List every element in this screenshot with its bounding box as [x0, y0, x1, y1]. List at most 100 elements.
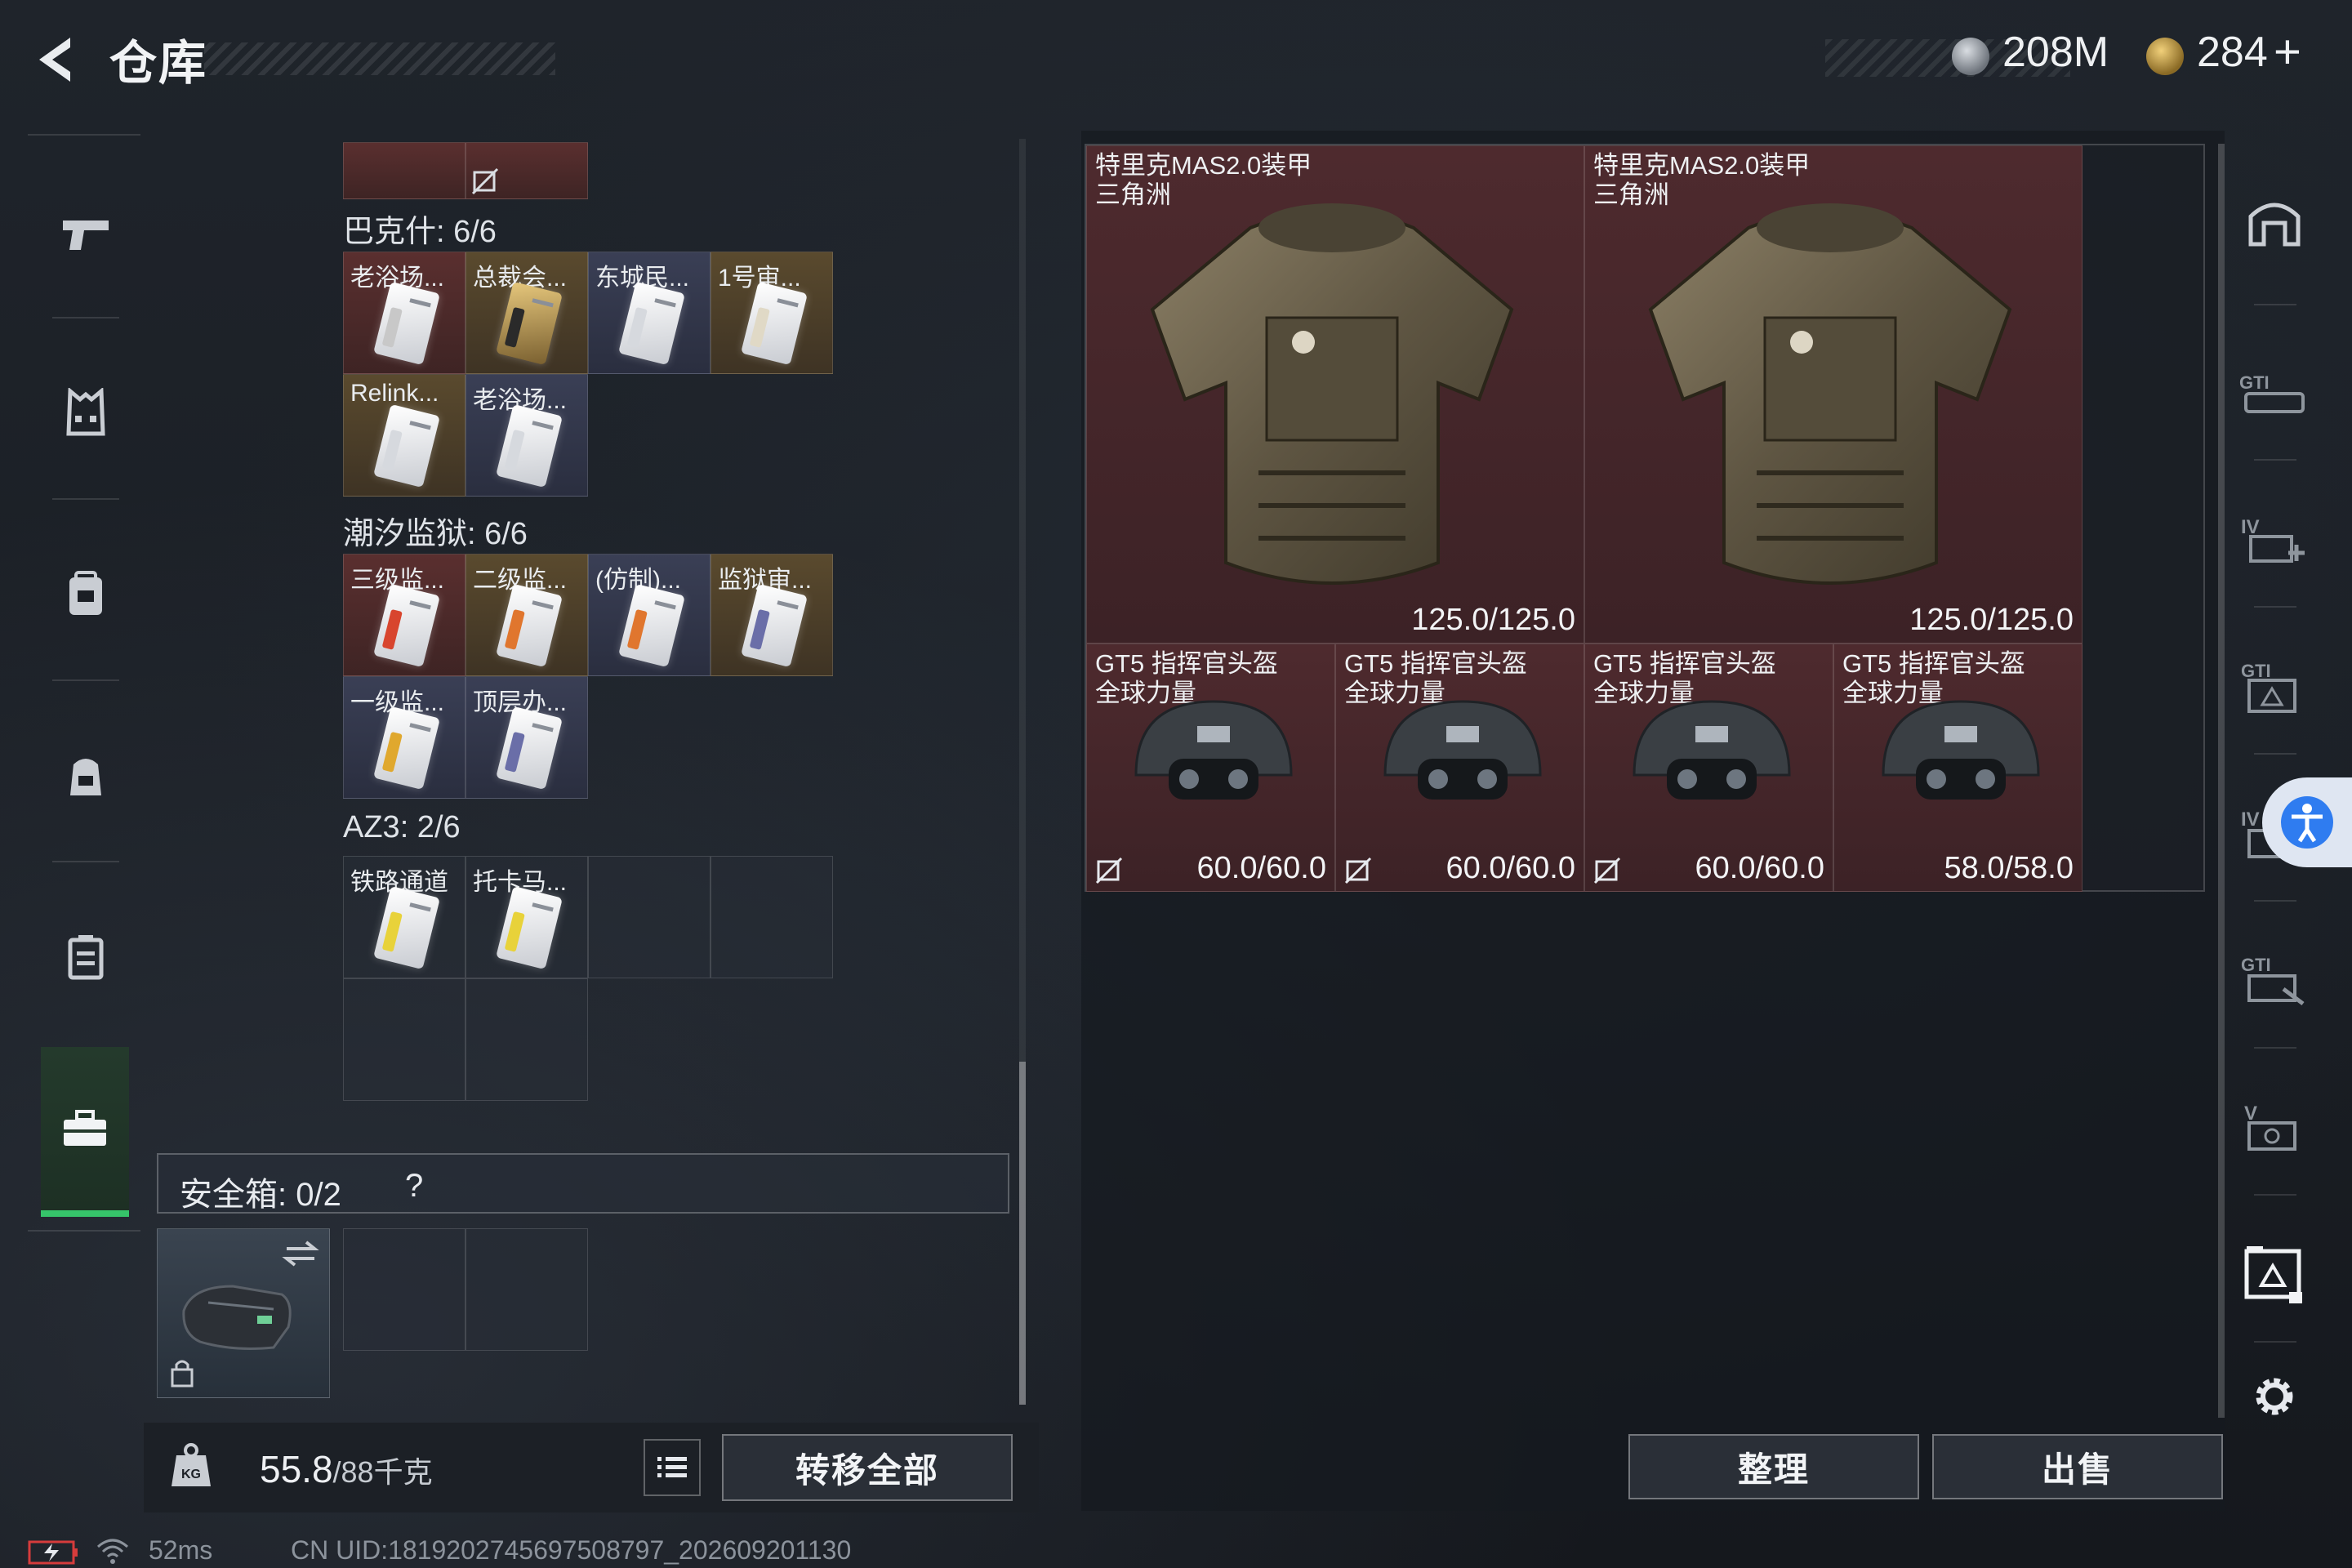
- nav-stash-gti-weapon[interactable]: GTI: [2230, 328, 2319, 459]
- keycard-icon: [741, 583, 808, 668]
- stash-item-helmet[interactable]: GT5 指挥官头盔 全球力量 60.0/60.0: [1086, 644, 1335, 892]
- keycard-icon: [496, 885, 563, 970]
- swap-icon[interactable]: [282, 1237, 319, 1270]
- gti-tool-icon: GTI: [2241, 955, 2305, 1005]
- key-slot[interactable]: 监狱审...: [710, 554, 833, 676]
- key-slot[interactable]: (仿制)...: [588, 554, 710, 676]
- empty-key-slot[interactable]: [343, 978, 466, 1101]
- item-durability: 60.0/60.0: [1196, 851, 1326, 885]
- page-title: 仓库: [109, 37, 208, 90]
- nav-chest-rig[interactable]: [28, 508, 144, 679]
- stash-item-helmet[interactable]: GT5 指挥官头盔 全球力量 60.0/60.0: [1584, 644, 1833, 892]
- gold-currency-value: 284: [2197, 29, 2268, 76]
- add-currency-button[interactable]: +: [2274, 24, 2301, 79]
- nav-backpack[interactable]: [28, 689, 144, 861]
- key-slot[interactable]: 东城民...: [588, 252, 710, 374]
- nav-case[interactable]: [28, 871, 144, 1042]
- iv-medkit-icon: IV: [2241, 516, 2305, 563]
- stash-scrollbar[interactable]: [2218, 144, 2225, 1418]
- item-durability: 60.0/60.0: [1695, 851, 1824, 885]
- stash-item-helmet[interactable]: GT5 指挥官头盔 全球力量 58.0/58.0: [1833, 644, 2082, 892]
- accessibility-button[interactable]: [2262, 777, 2352, 867]
- nav-stash-key-box[interactable]: [2230, 1209, 2319, 1339]
- gold-coin-icon: [2146, 38, 2184, 75]
- helmet-icon: [1383, 700, 1542, 800]
- backpack-icon: [70, 759, 101, 795]
- svg-text:IV: IV: [2241, 516, 2260, 538]
- section-title-bakhsh: 巴克什: 6/6: [343, 215, 497, 249]
- key-slot[interactable]: Relink...: [343, 374, 466, 497]
- settings-gear-icon: [2256, 1378, 2293, 1415]
- key-slot[interactable]: 1号审...: [710, 252, 833, 374]
- svg-text:GTI: GTI: [2239, 372, 2270, 393]
- nav-stash-iv-medkit[interactable]: IV: [2230, 474, 2319, 604]
- safe-box-slot[interactable]: [343, 1228, 466, 1351]
- safe-box-header: 安全箱: 0/2 ?: [157, 1153, 1009, 1214]
- key-slot[interactable]: 老浴场...: [343, 252, 466, 374]
- key-slot[interactable]: 铁路通道: [343, 856, 466, 978]
- nav-stash-gti-tool[interactable]: GTI: [2230, 915, 2319, 1045]
- list-view-button[interactable]: [644, 1439, 701, 1496]
- svg-text:V: V: [2244, 1102, 2257, 1125]
- list-icon: [657, 1457, 687, 1477]
- stash-item-armor[interactable]: 特里克MAS2.0装甲 三角洲 125.0/125.0: [1584, 145, 2082, 644]
- key-slot[interactable]: 二级监...: [466, 554, 588, 676]
- empty-key-slot[interactable]: [710, 856, 833, 978]
- nav-toolbox[interactable]: [41, 1047, 129, 1217]
- key-slot[interactable]: 顶层办...: [466, 676, 588, 799]
- stash-item-armor[interactable]: 特里克MAS2.0装甲 三角洲 125.0/125.0: [1086, 145, 1584, 644]
- keycard-icon: [373, 885, 440, 970]
- empty-key-slot[interactable]: [588, 856, 710, 978]
- ping-readout: 52ms: [149, 1535, 213, 1565]
- nav-weapons[interactable]: [28, 149, 144, 320]
- empty-key-slot[interactable]: [466, 978, 588, 1101]
- keycard-icon: [496, 583, 563, 668]
- nav-armor[interactable]: [28, 327, 144, 498]
- item-durability: 125.0/125.0: [1411, 603, 1575, 637]
- key-slot[interactable]: 托卡马...: [466, 856, 588, 978]
- nav-stash-all[interactable]: [2230, 155, 2319, 286]
- key-slot[interactable]: 老浴场...: [466, 374, 588, 497]
- key-slot[interactable]: 总裁会...: [466, 252, 588, 374]
- uid-readout: CN UID:1819202745697508797_202609201130: [291, 1535, 852, 1565]
- key-slot[interactable]: 三级监...: [343, 554, 466, 676]
- helmet-icon: [1882, 700, 2040, 800]
- safe-box-pouch[interactable]: [157, 1228, 330, 1398]
- nav-stash-v-tool[interactable]: V: [2230, 1062, 2319, 1192]
- weight-max: /88千克: [332, 1455, 433, 1489]
- item-durability: 125.0/125.0: [1909, 603, 2074, 637]
- section-title-az3: AZ3: 2/6: [343, 810, 461, 844]
- weight-current: 55.8: [260, 1448, 333, 1490]
- partial-slot[interactable]: [343, 142, 466, 199]
- helmet-icon: [1134, 700, 1293, 800]
- wifi-icon: [97, 1539, 128, 1564]
- sell-button[interactable]: 出售: [1932, 1434, 2223, 1499]
- safe-box-help-button[interactable]: ?: [405, 1168, 423, 1205]
- section-title-tidal-prison: 潮汐监狱: 6/6: [343, 517, 528, 551]
- svg-text:KG: KG: [181, 1468, 201, 1481]
- organize-button[interactable]: 整理: [1628, 1434, 1919, 1499]
- case-icon: [68, 935, 104, 980]
- no-sell-icon: [1095, 857, 1123, 884]
- safe-box-label: 安全箱: 0/2: [180, 1177, 341, 1213]
- pouch-icon: [182, 1285, 292, 1350]
- partial-slot[interactable]: [466, 142, 588, 199]
- stash-item-helmet[interactable]: GT5 指挥官头盔 全球力量 60.0/60.0: [1335, 644, 1584, 892]
- key-slot[interactable]: 一级监...: [343, 676, 466, 799]
- weight-bar: KG 55.8/88千克 转移全部: [144, 1423, 1039, 1512]
- keycard-icon: [618, 281, 685, 366]
- chest-rig-icon: [69, 571, 102, 615]
- settings-button[interactable]: [2230, 1331, 2319, 1462]
- title-decoration: [204, 42, 555, 75]
- keycard-icon: [373, 583, 440, 668]
- container-scrollbar-thumb[interactable]: [1019, 1062, 1026, 1405]
- safe-box-slot[interactable]: [466, 1228, 588, 1351]
- v-tool-icon: V: [2244, 1102, 2296, 1151]
- no-sell-icon: [1344, 857, 1372, 884]
- back-arrow-icon[interactable]: [28, 31, 85, 88]
- keycard-icon: [373, 706, 440, 791]
- battery-charging-icon: [28, 1540, 78, 1565]
- gti-weapon-icon: GTI: [2239, 372, 2305, 413]
- nav-stash-gti-box[interactable]: GTI: [2230, 621, 2319, 751]
- transfer-all-button[interactable]: 转移全部: [722, 1434, 1013, 1501]
